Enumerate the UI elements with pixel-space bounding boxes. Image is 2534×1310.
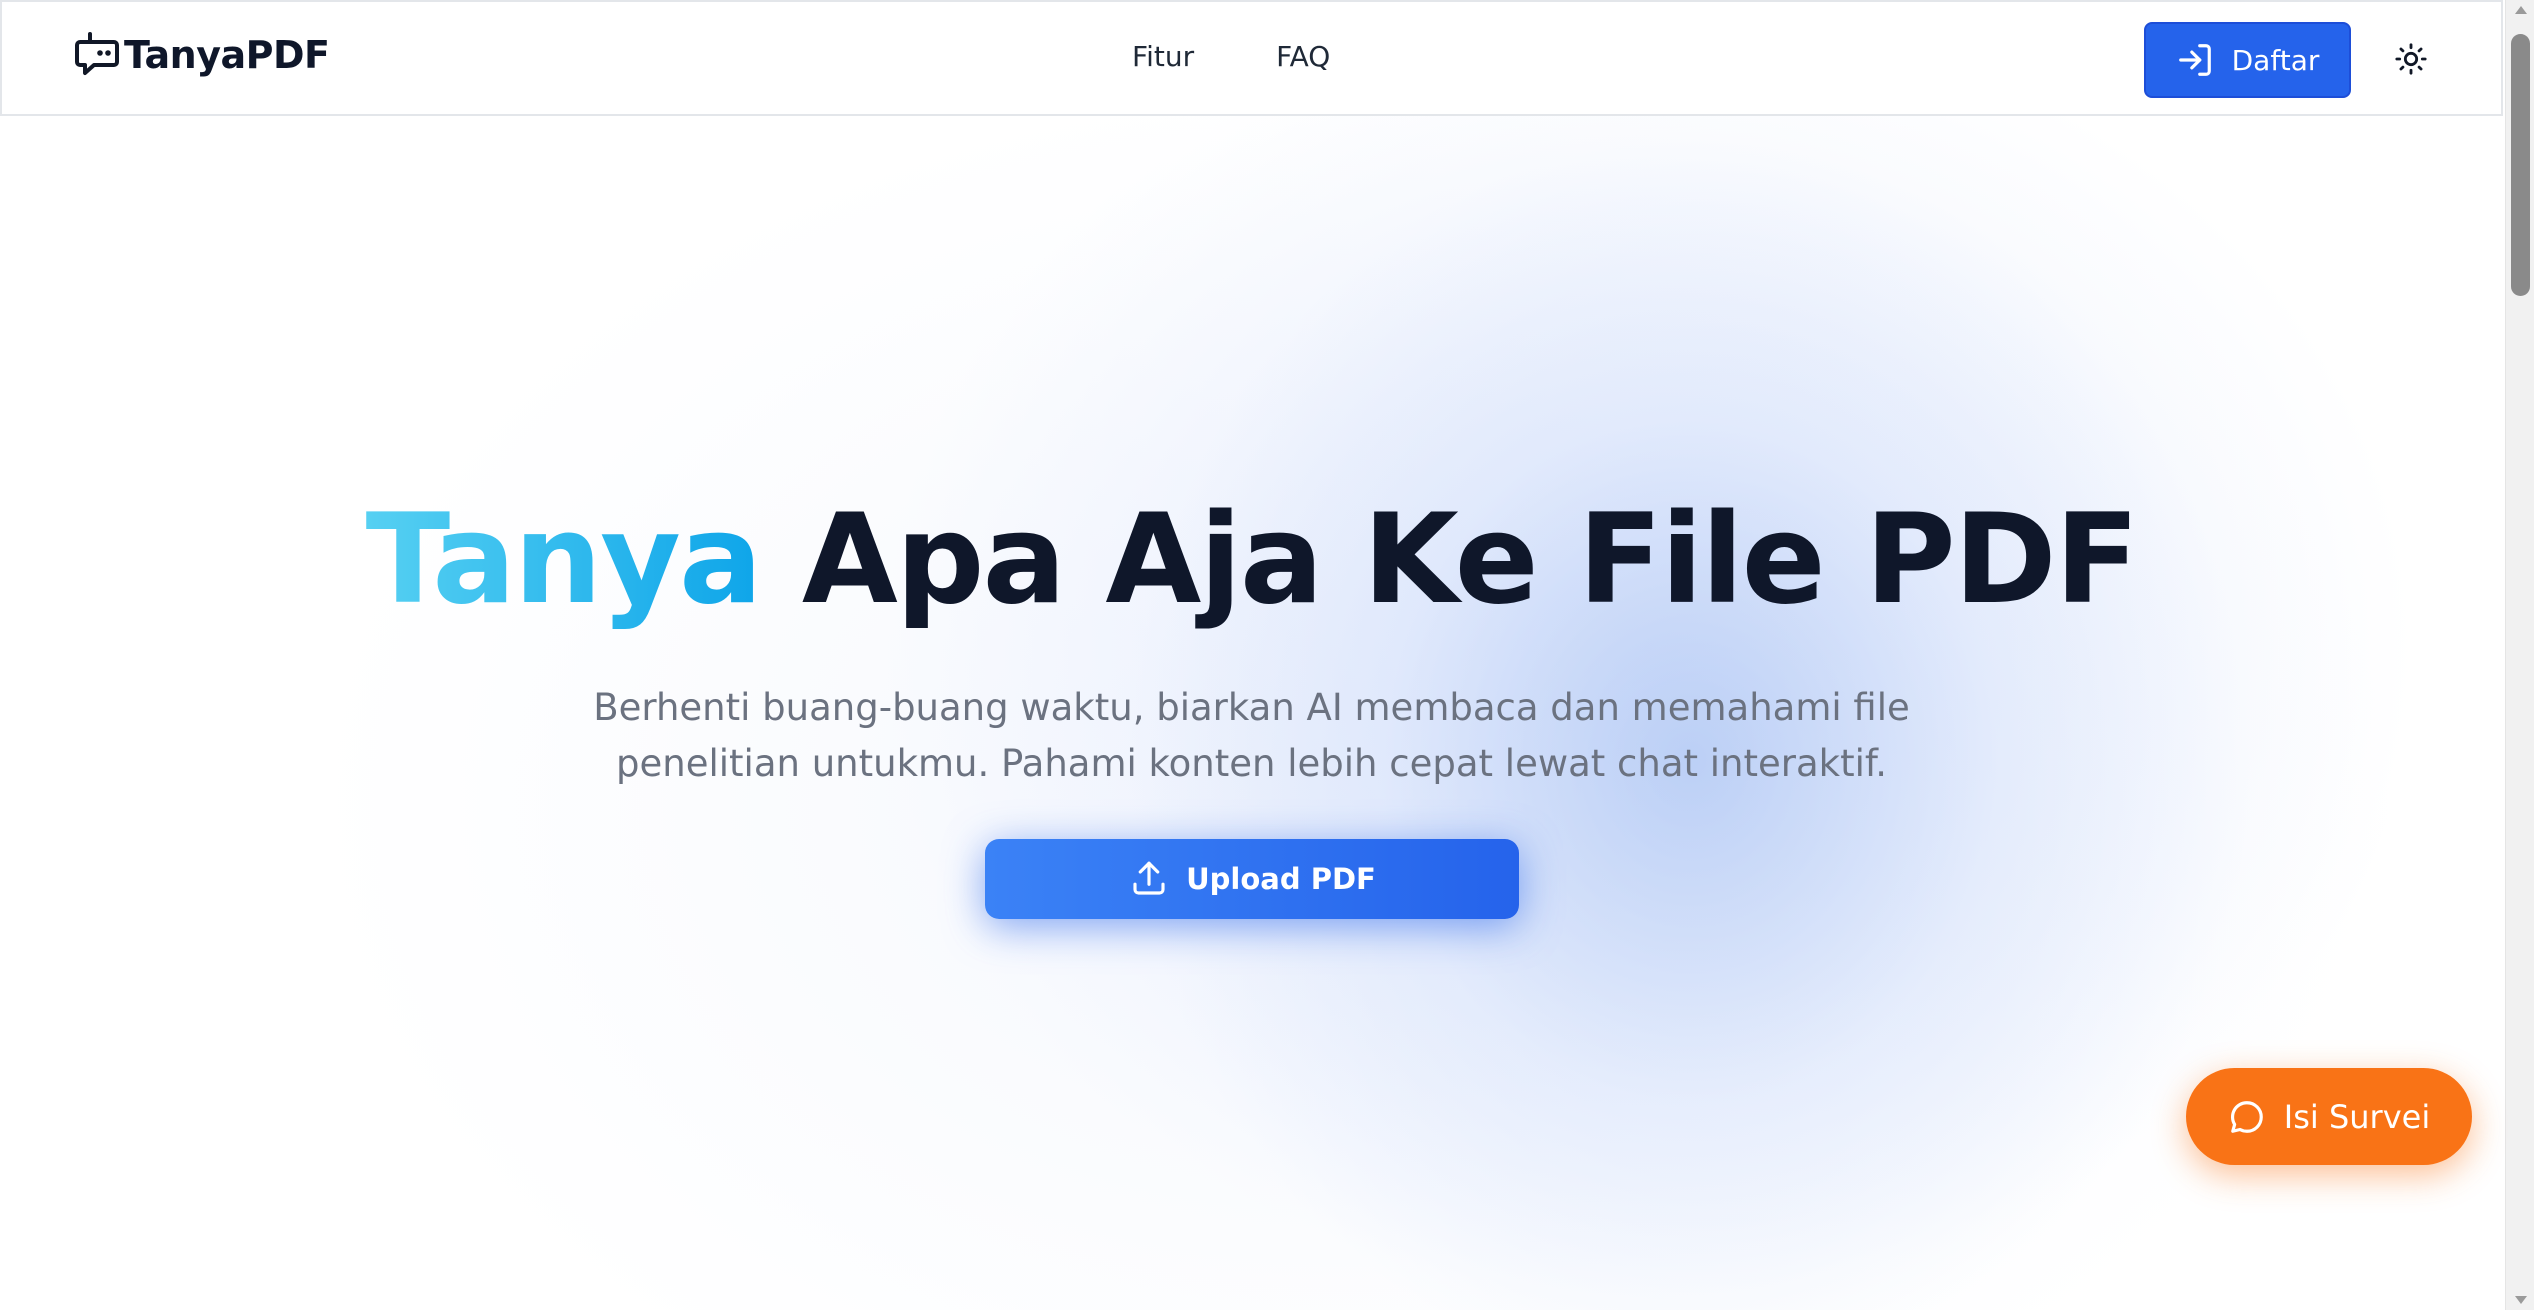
main-nav: Fitur FAQ <box>1132 40 1330 73</box>
theme-toggle-button[interactable] <box>2388 36 2434 82</box>
hero-headline: Tanya Apa Aja Ke File PDF <box>0 498 2503 622</box>
chat-bubble-icon <box>2230 1100 2263 1133</box>
upload-icon <box>1133 861 1165 895</box>
page: TanyaPDF Fitur FAQ Daftar Tanya Apa Aja … <box>0 0 2534 1310</box>
nav-link-fitur[interactable]: Fitur <box>1132 40 1194 73</box>
headline-accent: Tanya <box>365 488 763 632</box>
upload-pdf-button[interactable]: Upload PDF <box>985 839 1519 919</box>
headline-rest: Apa Aja Ke File PDF <box>760 488 2140 632</box>
scroll-up-arrow-icon[interactable] <box>2515 6 2527 14</box>
chat-robot-logo-icon <box>75 32 119 75</box>
sun-icon <box>2395 43 2427 75</box>
hero-subtitle: Berhenti buang-buang waktu, biarkan AI m… <box>593 686 1910 785</box>
top-navbar: TanyaPDF Fitur FAQ Daftar <box>0 0 2503 116</box>
survey-button[interactable]: Isi Survei <box>2186 1068 2472 1165</box>
signup-button-label: Daftar <box>2231 43 2320 77</box>
survey-button-label: Isi Survei <box>2283 1097 2431 1136</box>
scrollbar-thumb[interactable] <box>2511 34 2530 296</box>
logo-text: TanyaPDF <box>124 33 330 77</box>
scroll-down-arrow-icon[interactable] <box>2515 1296 2527 1304</box>
hero-section: Tanya Apa Aja Ke File PDF Berhenti buang… <box>0 116 2503 1310</box>
signup-button[interactable]: Daftar <box>2144 22 2351 98</box>
logo-link[interactable]: TanyaPDF <box>74 30 330 80</box>
page-scrollbar[interactable] <box>2505 0 2534 1310</box>
login-arrow-icon <box>2178 44 2211 76</box>
nav-link-faq[interactable]: FAQ <box>1276 40 1330 73</box>
upload-pdf-label: Upload PDF <box>1186 862 1376 896</box>
